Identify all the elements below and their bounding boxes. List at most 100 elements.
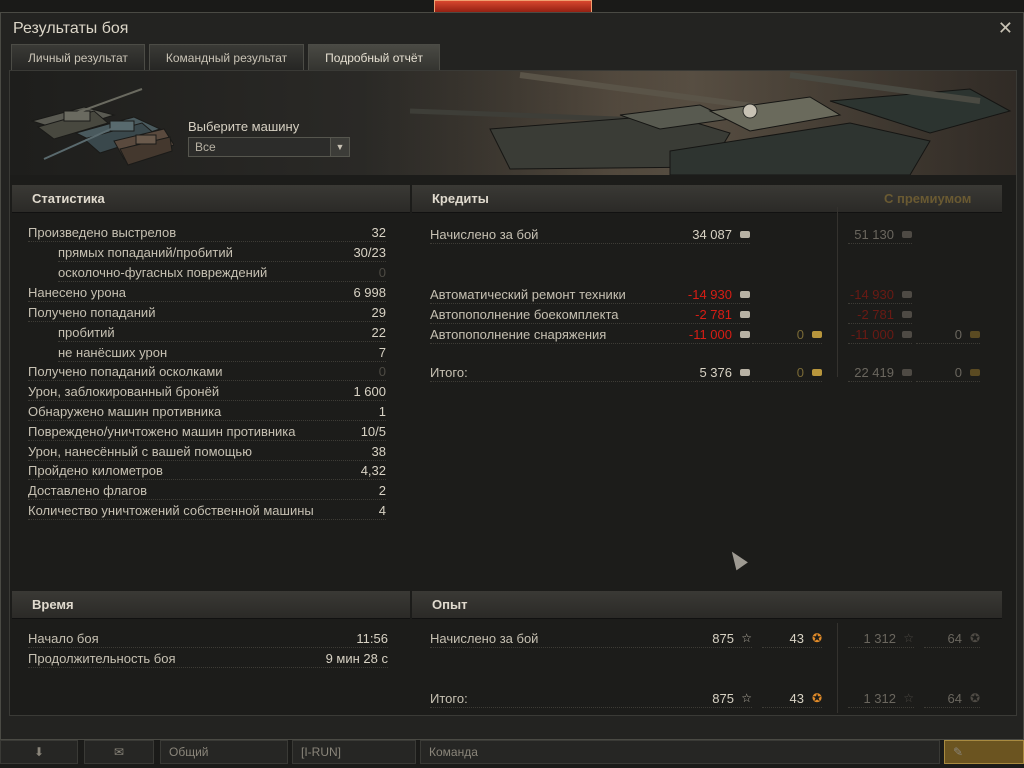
premium-gold-coin-icon <box>970 369 980 376</box>
experience-label: Итого: <box>430 691 468 706</box>
stat-value: 0 <box>378 364 386 379</box>
gold-coin-icon <box>812 331 822 338</box>
gold-value: 0 <box>796 365 804 380</box>
stat-row: Произведено выстрелов 32 <box>28 223 386 242</box>
stat-value: 7 <box>378 345 386 360</box>
experience-row: Итого: 875 ☆ <box>430 689 752 708</box>
stat-row: Повреждено/уничтожено машин противника 10… <box>28 422 386 441</box>
stat-value: 2 <box>378 483 386 498</box>
stat-label: Пройдено километров <box>28 463 163 478</box>
star-icon: ☆ <box>741 631 752 645</box>
premium-free-star-icon: ✪ <box>969 631 980 645</box>
stat-label: осколочно-фугасных повреждений <box>58 265 268 280</box>
premium-free-star-icon: ✪ <box>969 691 980 705</box>
premium-credits-value: -14 930 <box>849 287 894 302</box>
free-experience-star-icon: ✪ <box>811 691 822 705</box>
stat-label: не нанёсших урон <box>58 345 168 360</box>
premium-free-experience-value: 64 <box>947 631 962 646</box>
time-row: Продолжительность боя 9 мин 28 с <box>28 649 388 668</box>
star-icon: ☆ <box>741 691 752 705</box>
vehicle-select-dropdown[interactable]: Все ▼ <box>188 137 350 157</box>
time-label: Начало боя <box>28 631 99 646</box>
stat-label: Получено попаданий осколками <box>28 364 223 379</box>
credits-label: Начислено за бой <box>430 227 539 242</box>
premium-experience-value: 1 312 <box>863 631 896 646</box>
premium-gold-coin-icon <box>970 331 980 338</box>
premium-gold-value: 0 <box>954 327 962 342</box>
detailed-report-panel: Выберите машину Все ▼ Статистика Произве… <box>9 70 1017 716</box>
tab-personal-result[interactable]: Личный результат <box>11 44 145 70</box>
premium-coin-icon <box>902 369 912 376</box>
statistics-heading: Статистика <box>12 185 410 213</box>
tab-team-result[interactable]: Командный результат <box>148 44 305 70</box>
tanks-artwork <box>370 71 1016 175</box>
premium-experience-cell: 1 312 ☆ <box>848 629 914 648</box>
stat-row: Урон, заблокированный бронёй 1 600 <box>28 382 386 401</box>
premium-free-experience-cell: 64 ✪ <box>924 629 980 648</box>
stat-row: Доставлено флагов 2 <box>28 481 386 500</box>
premium-credits-value: -2 781 <box>857 307 894 322</box>
experience-row: Начислено за бой 875 ☆ <box>430 629 752 648</box>
stat-row: Получено попаданий осколками 0 <box>28 362 386 381</box>
free-experience-value: 43 <box>789 631 804 646</box>
stat-label: Повреждено/уничтожено машин противника <box>28 424 296 439</box>
premium-credits-cell: 51 130 <box>848 225 912 244</box>
chat-channel-clan[interactable]: [I-RUN] <box>292 740 416 764</box>
experience-value: 875 <box>712 691 734 706</box>
stat-label: Получено попаданий <box>28 305 156 320</box>
stat-value: 6 998 <box>353 285 386 300</box>
close-icon[interactable]: ✕ <box>998 18 1013 39</box>
stat-label: Обнаружено машин противника <box>28 404 222 419</box>
stat-label: Произведено выстрелов <box>28 225 177 240</box>
premium-experience-value: 1 312 <box>863 691 896 706</box>
minimize-button[interactable]: ⬇ <box>0 740 78 764</box>
notifications-button[interactable]: ✎ <box>944 740 1024 764</box>
credit-coin-icon <box>740 331 750 338</box>
time-heading: Время <box>12 591 410 619</box>
gold-cell: 0 <box>752 363 822 382</box>
premium-divider <box>837 207 838 377</box>
time-value: 11:56 <box>356 631 388 646</box>
stat-value: 30/23 <box>353 245 386 260</box>
free-experience-cell: 43 ✪ <box>762 689 822 708</box>
premium-free-experience-cell: 64 ✪ <box>924 689 980 708</box>
credits-value: -11 000 <box>688 327 732 342</box>
credit-coin-icon <box>740 311 750 318</box>
premium-coin-icon <box>902 331 912 338</box>
stat-row: Обнаружено машин противника 1 <box>28 402 386 421</box>
chat-channel-team[interactable]: Команда <box>420 740 940 764</box>
premium-credits-value: 22 419 <box>854 365 894 380</box>
vehicles-thumbnail-icon <box>30 88 174 166</box>
credits-row: Итого: 5 376 <box>430 363 750 382</box>
stat-value: 1 <box>378 404 386 419</box>
free-experience-value: 43 <box>789 691 804 706</box>
credits-value: -14 930 <box>687 287 732 302</box>
credits-label: Автоматический ремонт техники <box>430 287 626 302</box>
stat-row: прямых попаданий/пробитий 30/23 <box>58 243 386 262</box>
credit-coin-icon <box>740 231 750 238</box>
premium-coin-icon <box>902 311 912 318</box>
chevron-down-icon[interactable]: ▼ <box>330 138 349 156</box>
credits-label: Автопополнение снаряжения <box>430 327 607 342</box>
tab-bar: Личный результат Командный результат Под… <box>11 44 441 70</box>
gold-coin-icon <box>812 369 822 376</box>
tab-detailed-report[interactable]: Подробный отчёт <box>308 44 441 70</box>
premium-experience-cell: 1 312 ☆ <box>848 689 914 708</box>
premium-gold-cell: 0 <box>916 325 980 344</box>
experience-value: 875 <box>712 631 734 646</box>
chat-icon[interactable]: ✉ <box>84 740 154 764</box>
stat-label: Количество уничтожений собственной машин… <box>28 503 314 518</box>
chat-channel-general[interactable]: Общий <box>160 740 288 764</box>
dialog-title: Результаты боя <box>13 20 129 37</box>
stat-value: 38 <box>371 444 386 459</box>
premium-credits-cell: -14 930 <box>848 285 912 304</box>
premium-credits-value: 51 130 <box>854 227 894 242</box>
premium-gold-value: 0 <box>954 365 962 380</box>
stat-value: 29 <box>371 305 386 320</box>
credits-row: Начислено за бой 34 087 <box>430 225 750 244</box>
premium-credits-cell: -2 781 <box>848 305 912 324</box>
premium-coin-icon <box>902 291 912 298</box>
stat-value: 1 600 <box>353 384 386 399</box>
free-experience-cell: 43 ✪ <box>762 629 822 648</box>
premium-coin-icon <box>902 231 912 238</box>
